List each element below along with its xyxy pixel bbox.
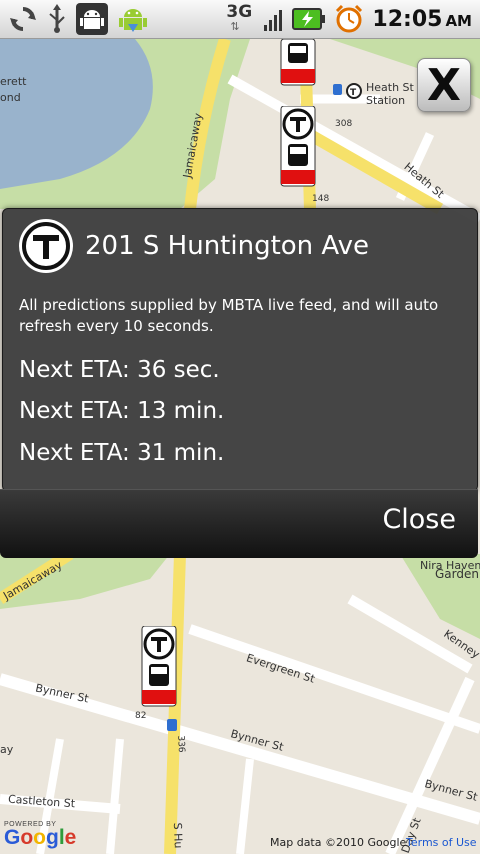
map-label-148: 148 bbox=[312, 194, 330, 204]
google-wordmark: Google bbox=[4, 826, 77, 849]
map-label-s-huntington: S Hu bbox=[170, 822, 185, 849]
sync-icon bbox=[10, 7, 36, 31]
bus-stop-marker-mid[interactable] bbox=[280, 106, 318, 190]
map-label-308: 308 bbox=[335, 119, 353, 129]
dialog-title: 201 S Huntington Ave bbox=[85, 231, 370, 261]
eta-line-2: Next ETA: 13 min. bbox=[19, 398, 225, 424]
map-label-erett: erett bbox=[0, 75, 27, 88]
map-label-garden: Garden bbox=[435, 567, 479, 581]
clock-ampm: AM bbox=[445, 11, 472, 30]
android-debug-icon bbox=[76, 3, 108, 35]
map-label-82: 82 bbox=[135, 711, 147, 721]
bus-stop-marker-bottom[interactable] bbox=[141, 626, 179, 710]
eta-line-3: Next ETA: 31 min. bbox=[19, 440, 225, 466]
dialog-button-bar: Close bbox=[0, 489, 478, 558]
map-label-336: 336 bbox=[175, 735, 186, 753]
map-label-ond: ond bbox=[0, 91, 21, 104]
dialog-header: 201 S Huntington Ave bbox=[17, 217, 369, 275]
map-label-station: Station bbox=[366, 94, 406, 107]
usb-icon bbox=[49, 4, 65, 33]
map-label-ay: ay bbox=[0, 743, 14, 756]
mbta-logo-icon bbox=[19, 219, 73, 273]
data-arrows-icon: ⇅ bbox=[230, 20, 240, 33]
network-indicator: 3G ⇅ bbox=[226, 2, 256, 36]
status-bar: 3G ⇅ 12:05 AM bbox=[0, 0, 480, 39]
svg-text:T: T bbox=[350, 88, 357, 98]
network-type: 3G bbox=[226, 2, 253, 22]
alarm-icon bbox=[336, 4, 363, 33]
bus-stop-marker-top[interactable] bbox=[280, 39, 318, 89]
battery-charging-icon bbox=[292, 8, 326, 30]
map-attribution: Map data ©2010 Google bbox=[270, 836, 407, 849]
dialog-note: All predictions supplied by MBTA live fe… bbox=[19, 296, 439, 335]
clock-time: 12:05 bbox=[372, 6, 443, 32]
eta-dialog: 201 S Huntington Ave All predictions sup… bbox=[2, 208, 478, 492]
signal-icon bbox=[264, 10, 283, 31]
terms-of-use-link[interactable]: Terms of Use bbox=[406, 836, 477, 849]
close-button[interactable]: Close bbox=[382, 504, 456, 535]
android-download-icon bbox=[119, 9, 147, 32]
clock: 12:05 AM bbox=[372, 7, 472, 32]
google-logo: POWERED BY Google bbox=[4, 821, 76, 848]
eta-line-1: Next ETA: 36 sec. bbox=[19, 357, 220, 383]
close-x-button[interactable]: X bbox=[417, 58, 471, 112]
map-label-heath-st-station: Heath St bbox=[366, 81, 414, 94]
